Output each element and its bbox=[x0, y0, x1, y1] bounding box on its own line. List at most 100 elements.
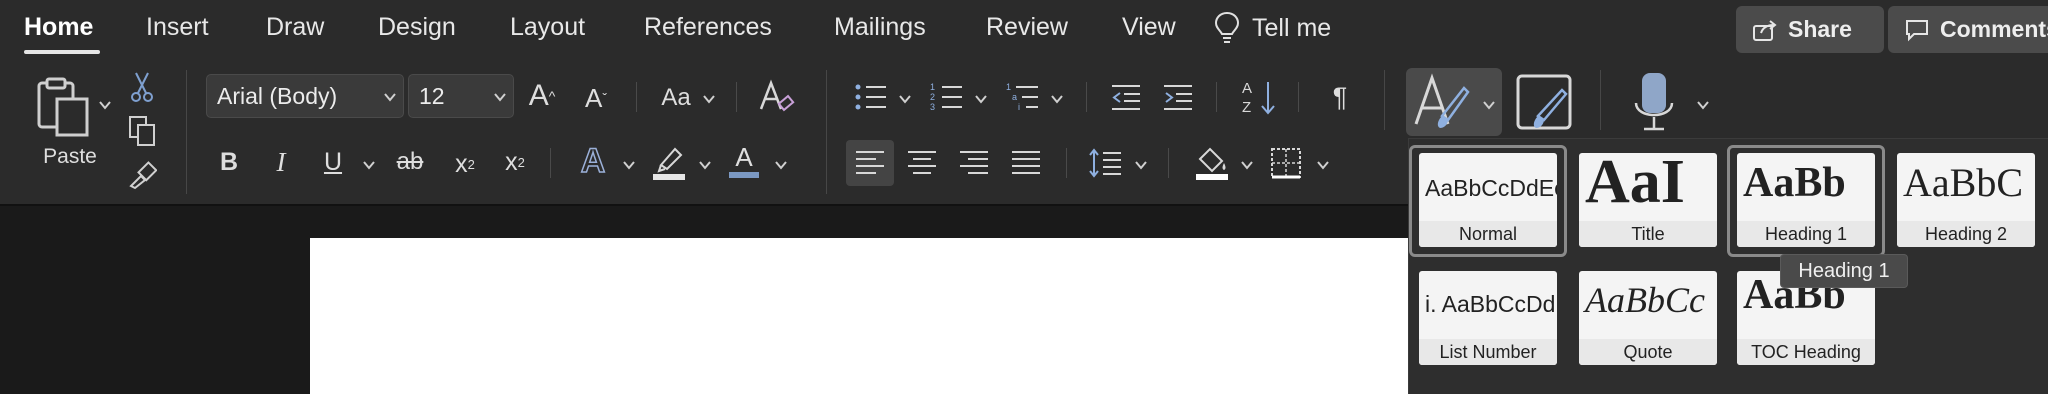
divider bbox=[1216, 82, 1217, 112]
text-effects-chevron-icon[interactable] bbox=[622, 158, 636, 172]
sort-a-letter: A bbox=[1242, 80, 1252, 97]
styles-gallery-button[interactable] bbox=[1412, 72, 1472, 132]
group-separator bbox=[1600, 70, 1601, 130]
highlight-color-button[interactable] bbox=[648, 140, 690, 184]
strikethrough-button[interactable]: ab bbox=[390, 142, 430, 182]
tab-mailings[interactable]: Mailings bbox=[834, 13, 926, 42]
copy-icon bbox=[129, 116, 155, 146]
tab-draw[interactable]: Draw bbox=[266, 13, 324, 42]
shading-chevron-icon[interactable] bbox=[1240, 158, 1254, 172]
dictate-button[interactable] bbox=[1632, 70, 1676, 136]
tab-references[interactable]: References bbox=[644, 13, 772, 42]
align-center-button[interactable] bbox=[904, 144, 940, 182]
tab-view[interactable]: View bbox=[1122, 13, 1176, 42]
style-name: Heading 2 bbox=[1897, 221, 2035, 247]
underline-options-chevron-icon[interactable] bbox=[362, 158, 376, 172]
svg-text:2: 2 bbox=[930, 92, 935, 102]
line-spacing-button[interactable] bbox=[1088, 144, 1124, 182]
styles-icon bbox=[1414, 73, 1470, 128]
style-sample: AaBbCcDdEe bbox=[1425, 175, 1557, 201]
tab-review[interactable]: Review bbox=[986, 13, 1068, 42]
grow-font-button[interactable]: A ^ bbox=[524, 76, 560, 116]
style-heading-2[interactable]: AaBbC Heading 2 bbox=[1897, 153, 2035, 247]
bullets-chevron-icon[interactable] bbox=[898, 92, 912, 106]
numbering-chevron-icon[interactable] bbox=[974, 92, 988, 106]
document-page[interactable] bbox=[310, 238, 1408, 394]
styles-gallery-chevron-icon[interactable] bbox=[1482, 98, 1496, 112]
tell-me-search[interactable]: Tell me bbox=[1214, 10, 1331, 46]
microphone-icon bbox=[1634, 73, 1674, 131]
increase-indent-button[interactable] bbox=[1160, 78, 1196, 116]
style-sample: AaBbCc bbox=[1585, 280, 1705, 320]
italic-button[interactable]: I bbox=[266, 142, 296, 182]
sort-az-icon: A Z bbox=[1242, 80, 1275, 116]
change-case-button[interactable]: Aa bbox=[654, 78, 698, 118]
sort-button[interactable]: A Z bbox=[1238, 76, 1280, 118]
divider bbox=[1168, 148, 1169, 178]
superscript-button[interactable]: x2 bbox=[498, 142, 532, 182]
paste-options-chevron-icon[interactable] bbox=[98, 98, 112, 112]
style-heading-1[interactable]: AaBb Heading 1 bbox=[1737, 153, 1875, 247]
paste-button[interactable] bbox=[30, 74, 96, 140]
tab-design[interactable]: Design bbox=[378, 13, 456, 42]
subscript-button[interactable]: x2 bbox=[448, 144, 482, 184]
copy-button[interactable] bbox=[126, 114, 158, 148]
font-size-value: 12 bbox=[419, 82, 445, 109]
multilevel-list-button[interactable]: 1 a i bbox=[1004, 78, 1042, 116]
tab-layout[interactable]: Layout bbox=[510, 13, 585, 42]
multilevel-list-icon: 1 a i bbox=[1006, 82, 1038, 112]
comments-button[interactable]: Comments bbox=[1888, 6, 2048, 53]
style-title[interactable]: AaI Title bbox=[1579, 153, 1717, 247]
align-right-icon bbox=[960, 151, 988, 174]
svg-text:1: 1 bbox=[1006, 82, 1011, 92]
bullets-button[interactable] bbox=[852, 78, 890, 116]
divider bbox=[1066, 148, 1067, 178]
justify-icon bbox=[1012, 151, 1040, 174]
scissors-icon bbox=[131, 72, 153, 102]
styles-pane-button[interactable] bbox=[1514, 72, 1574, 132]
style-name: Quote bbox=[1579, 339, 1717, 365]
decrease-indent-button[interactable] bbox=[1108, 78, 1144, 116]
justify-button[interactable] bbox=[1008, 144, 1044, 182]
font-color-button[interactable]: A bbox=[724, 138, 764, 182]
increase-indent-icon bbox=[1164, 85, 1192, 110]
share-button[interactable]: Share bbox=[1736, 6, 1884, 53]
line-spacing-chevron-icon[interactable] bbox=[1134, 158, 1148, 172]
style-sample: AaBbC bbox=[1903, 160, 2023, 205]
shrink-font-glyph: A bbox=[584, 82, 603, 113]
style-normal[interactable]: AaBbCcDdEe Normal bbox=[1419, 153, 1557, 247]
chevron-down-icon bbox=[494, 93, 506, 102]
format-painter-button[interactable] bbox=[126, 158, 158, 192]
align-right-button[interactable] bbox=[956, 144, 992, 182]
font-color-chevron-icon[interactable] bbox=[774, 158, 788, 172]
borders-chevron-icon[interactable] bbox=[1316, 158, 1330, 172]
font-size-select[interactable]: 12 bbox=[408, 74, 514, 118]
change-case-chevron-icon[interactable] bbox=[702, 92, 716, 106]
tab-insert[interactable]: Insert bbox=[146, 13, 209, 42]
svg-text:a: a bbox=[1012, 92, 1017, 102]
numbering-button[interactable]: 1 2 3 bbox=[928, 78, 966, 116]
borders-button[interactable] bbox=[1268, 144, 1304, 182]
bold-button[interactable]: B bbox=[214, 142, 244, 182]
multilevel-chevron-icon[interactable] bbox=[1050, 92, 1064, 106]
divider bbox=[736, 82, 737, 112]
tab-home[interactable]: Home bbox=[24, 13, 93, 42]
text-effects-button[interactable]: A bbox=[574, 140, 612, 182]
highlight-chevron-icon[interactable] bbox=[698, 158, 712, 172]
shrink-font-button[interactable]: Aˇ bbox=[578, 78, 614, 118]
style-quote[interactable]: AaBbCc Quote bbox=[1579, 271, 1717, 365]
underline-button[interactable]: U bbox=[318, 142, 348, 182]
svg-text:i: i bbox=[1018, 102, 1020, 112]
show-formatting-marks-button[interactable]: ¶ bbox=[1322, 78, 1358, 116]
clear-formatting-button[interactable] bbox=[756, 76, 798, 118]
align-left-button[interactable] bbox=[852, 144, 888, 182]
dictate-chevron-icon[interactable] bbox=[1696, 98, 1710, 112]
font-family-select[interactable]: Arial (Body) bbox=[206, 74, 404, 118]
shading-button[interactable] bbox=[1192, 140, 1232, 184]
font-color-glyph: A bbox=[735, 142, 753, 172]
comment-icon bbox=[1906, 19, 1928, 41]
cut-button[interactable] bbox=[126, 70, 158, 104]
group-separator bbox=[1384, 70, 1385, 130]
style-list-number[interactable]: i. AaBbCcDd List Number bbox=[1419, 271, 1557, 365]
font-color-swatch bbox=[729, 172, 759, 178]
